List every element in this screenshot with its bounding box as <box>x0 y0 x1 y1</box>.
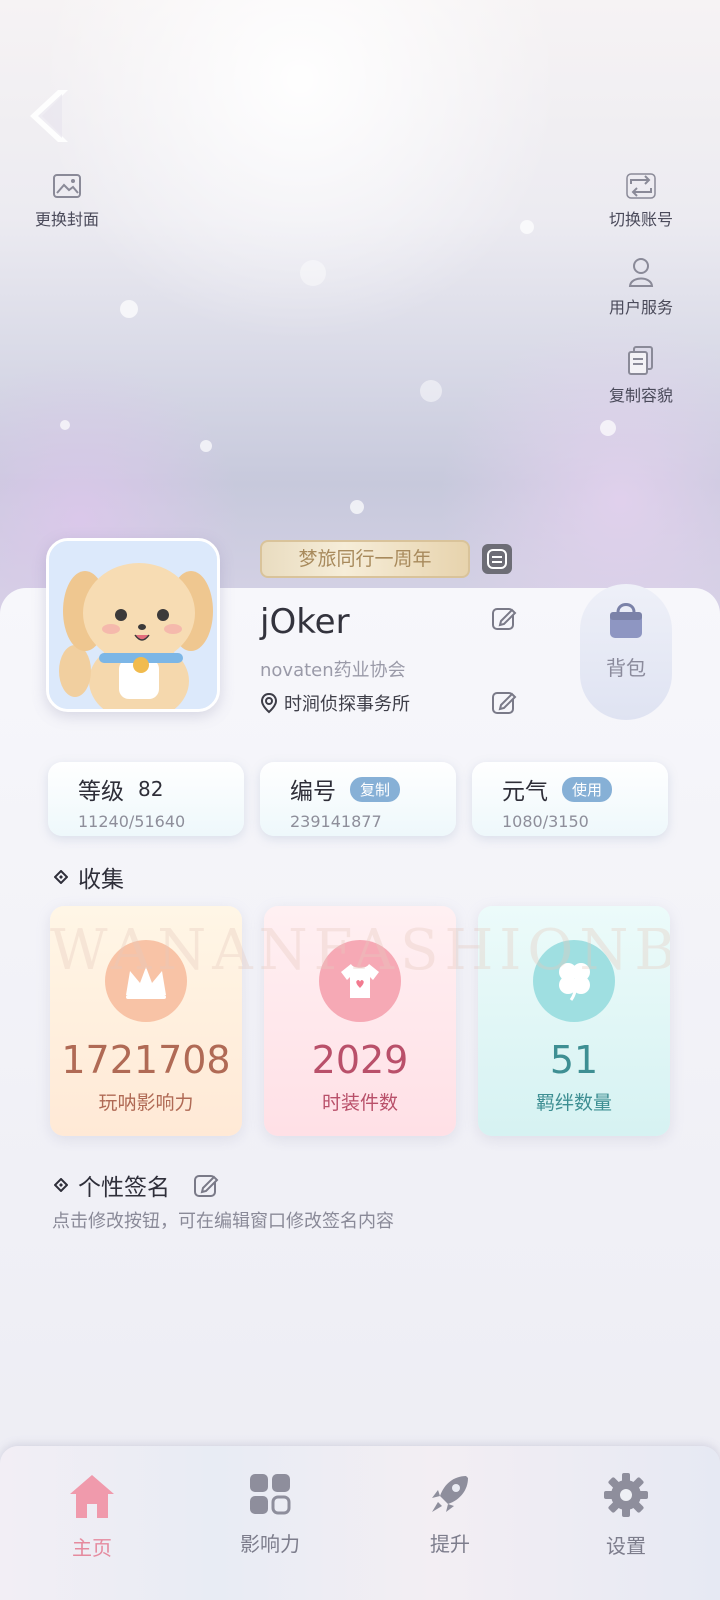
energy-value: 1080/3150 <box>502 812 589 831</box>
copy-look-label: 复制容貌 <box>608 386 673 405</box>
nav-influence-label: 影响力 <box>240 1532 300 1556</box>
bag-button[interactable]: 背包 <box>580 584 672 720</box>
copy-icon <box>628 346 653 375</box>
user-icon <box>628 258 654 287</box>
location-pin-icon <box>260 692 278 714</box>
copy-id-button[interactable]: 复制 <box>350 776 401 802</box>
nav-upgrade-label: 提升 <box>430 1532 470 1556</box>
bond-value: 51 <box>549 1038 599 1082</box>
user-service-label: 用户服务 <box>608 298 673 317</box>
level-card: 等级 82 11240/51640 <box>48 762 244 836</box>
change-cover-label: 更换封面 <box>34 210 99 229</box>
agency-name: 时涧侦探事务所 <box>284 694 410 715</box>
id-card: 编号 复制 239141877 <box>260 762 456 836</box>
bottom-nav: 主页 影响力 提升 设置 <box>0 1446 720 1600</box>
badge-switch-button[interactable] <box>482 544 512 574</box>
avatar[interactable] <box>46 538 220 712</box>
level-exp: 11240/51640 <box>78 812 186 831</box>
change-cover-button[interactable]: 更换封面 <box>12 172 122 230</box>
bag-icon <box>610 603 642 638</box>
influence-label: 玩呐影响力 <box>98 1092 194 1114</box>
username: jOker <box>260 602 350 642</box>
edit-agency-icon[interactable] <box>490 688 518 716</box>
switch-account-button[interactable]: 切换账号 <box>586 172 696 230</box>
outfit-value: 2029 <box>311 1038 409 1082</box>
nav-settings-label: 设置 <box>606 1534 646 1558</box>
nav-settings[interactable]: 设置 <box>566 1472 686 1559</box>
bag-label: 背包 <box>606 656 646 680</box>
bond-label: 羁绊数量 <box>535 1092 612 1114</box>
signature-heading: 个性签名 <box>54 1168 220 1202</box>
puppy-avatar-icon <box>49 541 217 709</box>
collection-title: 收集 <box>78 867 124 893</box>
switch-icon <box>626 173 656 199</box>
id-title: 编号 <box>290 779 336 805</box>
collection-heading: 收集 <box>54 860 124 894</box>
nav-upgrade[interactable]: 提升 <box>390 1472 510 1557</box>
grid-icon <box>250 1474 291 1515</box>
edit-signature-icon[interactable] <box>192 1171 220 1199</box>
image-icon <box>53 174 81 198</box>
use-energy-button[interactable]: 使用 <box>562 776 613 802</box>
rocket-icon <box>432 1476 468 1512</box>
back-button[interactable] <box>26 88 86 144</box>
id-value: 239141877 <box>290 812 382 831</box>
nav-influence[interactable]: 影响力 <box>210 1472 330 1557</box>
nav-home-label: 主页 <box>72 1536 112 1560</box>
swap-icon <box>487 549 507 569</box>
diamond-icon <box>54 870 68 884</box>
edit-name-icon[interactable] <box>490 604 518 632</box>
influence-value: 1721708 <box>61 1038 231 1082</box>
signature-hint: 点击修改按钮，可在编辑窗口修改签名内容 <box>52 1211 394 1232</box>
copy-look-button[interactable]: 复制容貌 <box>586 344 696 406</box>
agency-row: 时涧侦探事务所 <box>258 690 410 716</box>
energy-card: 元气 使用 1080/3150 <box>472 762 668 836</box>
user-service-button[interactable]: 用户服务 <box>586 256 696 318</box>
energy-title: 元气 <box>502 779 548 805</box>
gear-icon <box>604 1473 648 1517</box>
switch-account-label: 切换账号 <box>608 210 673 229</box>
signature-title: 个性签名 <box>78 1175 170 1201</box>
outfit-label: 时装件数 <box>321 1092 398 1114</box>
home-icon <box>70 1475 114 1518</box>
anniversary-badge[interactable]: 梦旅同行一周年 <box>260 540 470 578</box>
collection-watermark: WANANFASHIONBOND <box>50 918 670 983</box>
guild-name: novaten药业协会 <box>260 660 406 681</box>
nav-home[interactable]: 主页 <box>32 1472 152 1561</box>
level-value: 82 <box>138 777 164 801</box>
level-title: 等级 <box>78 779 124 805</box>
back-arrow-icon <box>30 90 68 142</box>
diamond-icon <box>54 1178 68 1192</box>
